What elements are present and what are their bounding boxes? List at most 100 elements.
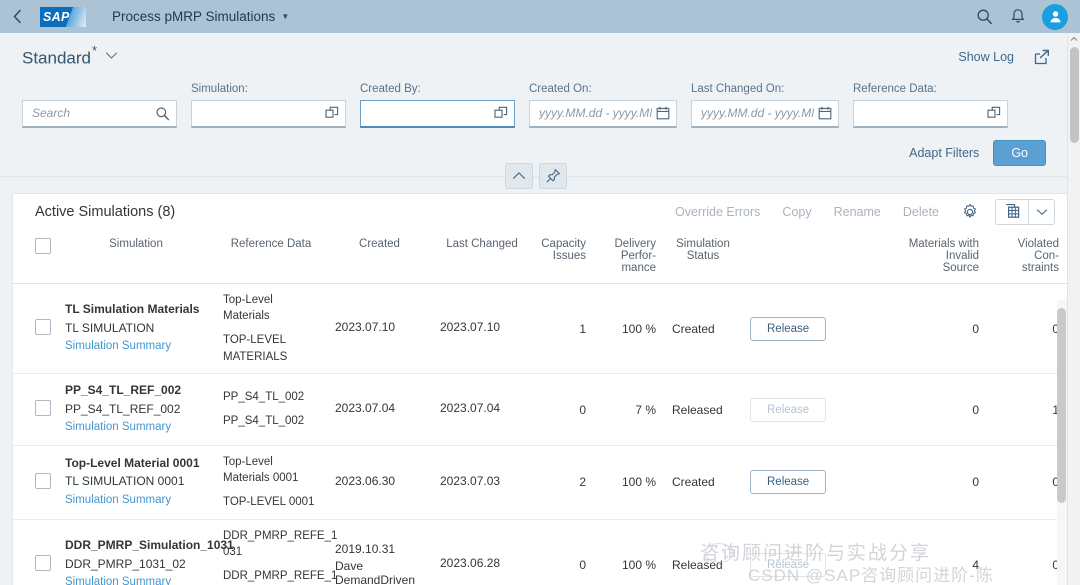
- override-errors-button[interactable]: Override Errors: [675, 205, 760, 219]
- last-changed-date: 2023.07.04: [440, 401, 501, 416]
- last-changed-on-input[interactable]: [701, 106, 814, 121]
- calendar-icon[interactable]: [656, 106, 670, 120]
- table-view-icon[interactable]: [996, 200, 1028, 224]
- value-help-icon[interactable]: [987, 106, 1001, 120]
- table-row[interactable]: Top-Level Material 0001 TL SIMULATION 000…: [13, 445, 1080, 520]
- back-chevron-icon[interactable]: [0, 0, 34, 33]
- simulation-summary-link[interactable]: Simulation Summary: [65, 573, 207, 585]
- reference-data-input[interactable]: [863, 106, 983, 121]
- column-header-capacity-issues[interactable]: Capacity Issues: [532, 229, 594, 284]
- simulation-name: PP_S4_TL_REF_002: [65, 383, 182, 398]
- release-cell: Release: [742, 373, 872, 446]
- search-input-wrapper[interactable]: [22, 99, 177, 128]
- page-header: Standard* Show Log: [0, 33, 1080, 75]
- value-help-icon[interactable]: [494, 106, 508, 120]
- materials-invalid-source-cell: 0: [872, 373, 987, 446]
- page-scrollbar-thumb[interactable]: [1070, 47, 1079, 143]
- row-checkbox[interactable]: [35, 472, 51, 489]
- table-toolbar: Active Simulations (8) Override Errors C…: [13, 194, 1067, 230]
- violated-constraints-cell: 1: [987, 373, 1067, 446]
- reference-data-line-2: TOP-LEVEL 0001: [223, 496, 315, 509]
- chevron-down-icon[interactable]: [105, 51, 118, 63]
- chevron-down-icon[interactable]: [1028, 199, 1054, 224]
- row-select-cell: [13, 373, 57, 446]
- simulation-status-cell: Released: [664, 373, 742, 446]
- active-simulations-table-card: Active Simulations (8) Override Errors C…: [12, 192, 1080, 585]
- show-log-button[interactable]: Show Log: [958, 50, 1014, 64]
- capacity-issues-line1: Capacity: [541, 237, 586, 250]
- simulation-summary-link[interactable]: Simulation Summary: [65, 337, 207, 355]
- table-head: Simulation Reference Data Created Last C…: [13, 229, 1080, 284]
- calendar-icon[interactable]: [818, 106, 832, 120]
- simulation-name: DDR_PMRP_Simulation_1031: [65, 538, 234, 553]
- row-checkbox[interactable]: [35, 400, 51, 417]
- column-header-reference-data[interactable]: Reference Data: [215, 229, 327, 284]
- delete-button[interactable]: Delete: [903, 205, 939, 219]
- value-help-icon[interactable]: [325, 106, 339, 120]
- go-button[interactable]: Go: [993, 139, 1046, 166]
- created-on-input-wrapper[interactable]: [529, 99, 677, 128]
- chevron-up-icon[interactable]: [505, 162, 533, 189]
- release-button[interactable]: Release: [750, 316, 827, 341]
- release-button: Release: [750, 552, 827, 577]
- user-avatar-icon[interactable]: [1042, 3, 1068, 30]
- created-on-input[interactable]: [539, 106, 652, 121]
- last-changed-date: 2023.07.10: [440, 320, 501, 334]
- bell-icon[interactable]: [1008, 7, 1028, 27]
- release-button: Release: [750, 397, 827, 422]
- simulation-input-wrapper[interactable]: [191, 99, 346, 128]
- last-changed-on-input-wrapper[interactable]: [691, 99, 839, 128]
- variant-selector[interactable]: Standard*: [22, 43, 118, 69]
- table-row[interactable]: DDR_PMRP_Simulation_1031 DDR_PMRP_1031_02…: [13, 519, 1080, 585]
- column-header-delivery-performance[interactable]: Delivery Perfor- mance: [594, 229, 664, 284]
- app-title[interactable]: Process pMRP Simulations ▼: [112, 9, 289, 24]
- search-icon[interactable]: [974, 7, 994, 27]
- table-view-split-button[interactable]: [995, 198, 1055, 225]
- row-checkbox[interactable]: [35, 319, 51, 335]
- column-header-last-changed[interactable]: Last Changed: [432, 229, 532, 284]
- copy-button[interactable]: Copy: [782, 205, 811, 219]
- app-title-text: Process pMRP Simulations: [112, 9, 276, 24]
- table-header-row: Simulation Reference Data Created Last C…: [13, 229, 1080, 284]
- table-row[interactable]: PP_S4_TL_REF_002 PP_S4_TL_REF_002 Simulati…: [13, 373, 1080, 446]
- simulation-summary-link[interactable]: Simulation Summary: [65, 418, 207, 436]
- filter-field-search: [22, 95, 177, 128]
- column-header-simulation[interactable]: Simulation: [57, 229, 215, 284]
- filter-label-created-by: Created By:: [360, 82, 421, 95]
- search-input[interactable]: [32, 106, 151, 121]
- reference-data-cell: DDR_PMRP_REFE_1 031 DDR_PMRP_REFE_1 031: [215, 519, 338, 585]
- search-icon[interactable]: [155, 106, 170, 121]
- table-scrollbar-thumb[interactable]: [1057, 308, 1066, 503]
- reference-data-line-1: PP_S4_TL_002: [223, 391, 305, 404]
- scroll-up-arrow-icon[interactable]: [1068, 33, 1080, 45]
- rename-button[interactable]: Rename: [834, 205, 881, 219]
- created-by-input-wrapper[interactable]: [360, 99, 515, 128]
- last-changed-cell: 2023.07.03: [432, 445, 532, 520]
- simulation-input[interactable]: [201, 106, 321, 121]
- filter-bar: Simulation: Created By:: [0, 74, 1080, 176]
- pin-icon[interactable]: [539, 162, 567, 189]
- select-all-checkbox[interactable]: [35, 237, 51, 254]
- column-header-created[interactable]: Created: [327, 229, 432, 284]
- reference-data-line-1: DDR_PMRP_REFE_1 031: [223, 529, 338, 559]
- table-row[interactable]: TL Simulation Materials TL SIMULATION Simu…: [13, 283, 1080, 375]
- filter-field-simulation: Simulation:: [191, 83, 346, 128]
- page-scrollbar[interactable]: [1067, 33, 1080, 585]
- reference-data-input-wrapper[interactable]: [853, 99, 1008, 128]
- release-button[interactable]: Release: [750, 470, 827, 495]
- row-checkbox[interactable]: [35, 555, 51, 572]
- sap-logo[interactable]: SAP: [40, 6, 86, 27]
- column-header-materials-invalid-source[interactable]: Materials with Invalid Source: [872, 229, 987, 284]
- shell-header-actions: [974, 3, 1080, 30]
- reference-data-line-1: Top-Level Materials 0001: [223, 455, 299, 485]
- column-header-release-action: [742, 229, 872, 284]
- column-header-violated-constraints[interactable]: Violated Con- straints: [987, 229, 1067, 284]
- created-by-input[interactable]: [370, 106, 490, 121]
- share-icon[interactable]: [1032, 47, 1052, 67]
- adapt-filters-button[interactable]: Adapt Filters: [909, 146, 979, 160]
- gear-icon[interactable]: [961, 203, 979, 221]
- filter-label-last-changed-on: Last Changed On:: [691, 82, 785, 95]
- simulation-summary-link[interactable]: Simulation Summary: [65, 491, 207, 509]
- row-select-cell: [13, 283, 57, 375]
- column-header-simulation-status[interactable]: Simulation Status: [664, 229, 742, 284]
